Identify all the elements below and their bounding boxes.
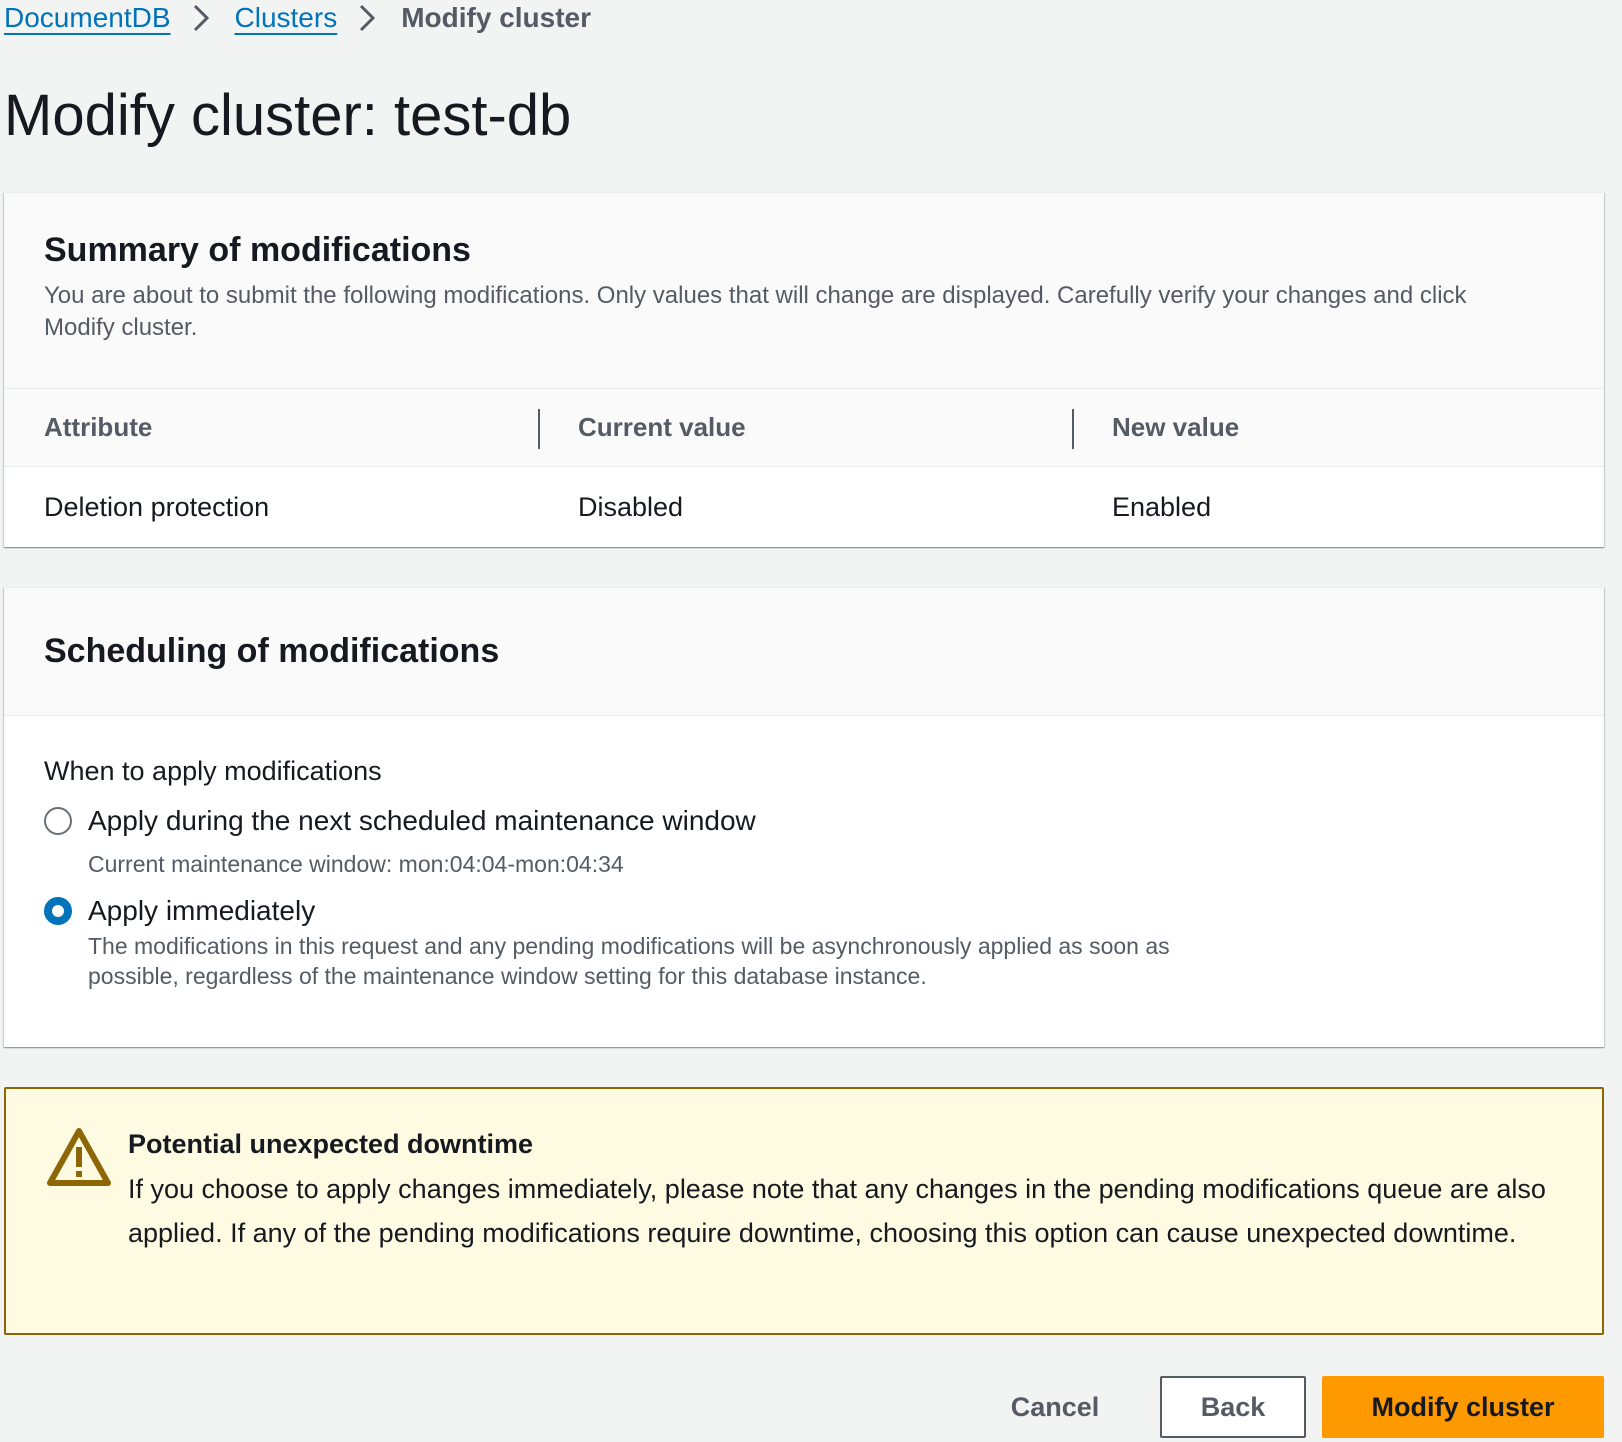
summary-panel: Summary of modifications You are about t… (4, 192, 1604, 547)
chevron-right-icon (357, 0, 379, 36)
apply-immediately-description: The modifications in this request and an… (88, 933, 1170, 989)
radio-label-maintenance-window[interactable]: Apply during the next scheduled maintena… (88, 805, 756, 837)
warning-icon (46, 1127, 112, 1187)
scheduling-body: When to apply modifications Apply during… (4, 716, 1604, 991)
summary-title: Summary of modifications (44, 231, 471, 269)
warning-alert: Potential unexpected downtime If you cho… (4, 1087, 1604, 1335)
summary-description: You are about to submit the following mo… (44, 282, 1467, 341)
radio-apply-immediately[interactable] (44, 897, 72, 925)
column-divider (1072, 409, 1074, 449)
alert-title: Potential unexpected downtime (128, 1129, 534, 1159)
breadcrumb-clusters-link[interactable]: Clusters (235, 2, 338, 34)
page-title: Modify cluster: test-db (4, 83, 572, 148)
cell-new-value: Enabled (1112, 491, 1212, 522)
table-header: Attribute Current value New value (4, 389, 1604, 467)
column-header-current-value: Current value (538, 389, 1072, 466)
maintenance-window-description: Current maintenance window: mon:04:04-mo… (88, 851, 624, 877)
radio-option-apply-immediately[interactable]: Apply immediately (44, 895, 1564, 927)
cancel-button[interactable]: Cancel (990, 1376, 1120, 1438)
alert-text: If you choose to apply changes immediate… (128, 1174, 1546, 1248)
radio-label-apply-immediately[interactable]: Apply immediately (88, 895, 315, 927)
scheduling-title: Scheduling of modifications (44, 632, 500, 670)
breadcrumb: DocumentDB Clusters Modify cluster (4, 0, 591, 36)
breadcrumb-documentdb-link[interactable]: DocumentDB (4, 2, 171, 34)
back-button[interactable]: Back (1160, 1376, 1306, 1438)
breadcrumb-current: Modify cluster (401, 2, 592, 33)
cell-current-value: Disabled (578, 491, 684, 522)
cell-attribute: Deletion protection (44, 491, 270, 522)
column-header-new-value: New value (1072, 389, 1604, 466)
table-row: Deletion protection Disabled Enabled (4, 467, 1604, 547)
radio-option-maintenance-window[interactable]: Apply during the next scheduled maintena… (44, 805, 1564, 837)
summary-header: Summary of modifications You are about t… (4, 193, 1604, 389)
column-divider (538, 409, 540, 449)
scheduling-header: Scheduling of modifications (4, 588, 1604, 716)
column-header-attribute: Attribute (44, 412, 153, 442)
when-to-apply-label: When to apply modifications (44, 756, 382, 786)
chevron-right-icon (191, 0, 213, 36)
modify-cluster-button[interactable]: Modify cluster (1322, 1376, 1604, 1438)
scheduling-panel: Scheduling of modifications When to appl… (4, 587, 1604, 1047)
radio-maintenance-window[interactable] (44, 807, 72, 835)
